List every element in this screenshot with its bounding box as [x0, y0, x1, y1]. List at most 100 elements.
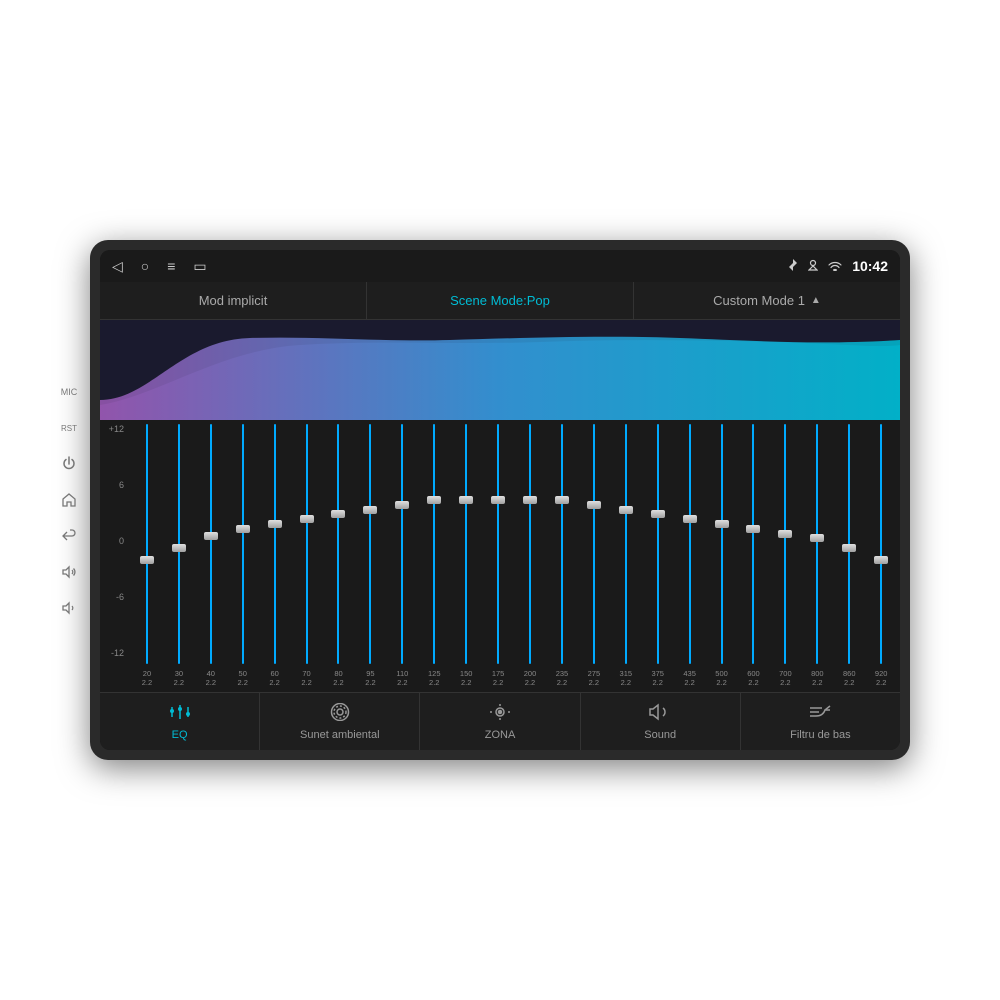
fader-track-70[interactable] [306, 424, 308, 664]
fader-track-500[interactable] [721, 424, 723, 664]
vol-down-button[interactable] [58, 597, 80, 619]
fader-band-315[interactable] [611, 424, 641, 664]
fader-handle-20[interactable] [140, 556, 154, 564]
back-button[interactable] [58, 525, 80, 547]
freq-label-30: 302.2 [164, 664, 194, 692]
clock: 10:42 [852, 258, 888, 274]
fader-handle-800[interactable] [810, 534, 824, 542]
mode-scene[interactable]: Scene Mode:Pop [367, 282, 634, 319]
fader-band-60[interactable] [260, 424, 290, 664]
reset-button[interactable]: RST [58, 417, 80, 439]
fader-track-375[interactable] [657, 424, 659, 664]
faders-container [128, 420, 900, 664]
fader-track-80[interactable] [337, 424, 339, 664]
fader-band-70[interactable] [292, 424, 322, 664]
fader-track-860[interactable] [848, 424, 850, 664]
fader-track-20[interactable] [146, 424, 148, 664]
fader-band-920[interactable] [866, 424, 896, 664]
home-button[interactable] [58, 489, 80, 511]
vol-up-button[interactable] [58, 561, 80, 583]
fader-band-80[interactable] [324, 424, 354, 664]
nav-sunet-ambiental[interactable]: Sunet ambiental [260, 693, 420, 750]
fader-band-30[interactable] [164, 424, 194, 664]
fader-track-110[interactable] [401, 424, 403, 664]
nav-eq[interactable]: EQ [100, 693, 260, 750]
fader-track-435[interactable] [689, 424, 691, 664]
fader-track-315[interactable] [625, 424, 627, 664]
nav-zona[interactable]: ZONA [420, 693, 580, 750]
main-screen: ◁ ○ ≡ ▭ [100, 250, 900, 750]
mic-button[interactable]: MIC [58, 381, 80, 403]
fader-track-175[interactable] [497, 424, 499, 664]
freq-label-435: 4352.2 [675, 664, 705, 692]
fader-handle-315[interactable] [619, 506, 633, 514]
fader-handle-95[interactable] [363, 506, 377, 514]
fader-band-275[interactable] [579, 424, 609, 664]
fader-handle-920[interactable] [874, 556, 888, 564]
fader-band-600[interactable] [739, 424, 769, 664]
fader-track-200[interactable] [529, 424, 531, 664]
fader-handle-200[interactable] [523, 496, 537, 504]
fader-track-235[interactable] [561, 424, 563, 664]
fader-handle-50[interactable] [236, 525, 250, 533]
fader-handle-600[interactable] [746, 525, 760, 533]
fader-track-125[interactable] [433, 424, 435, 664]
fader-handle-70[interactable] [300, 515, 314, 523]
fader-handle-235[interactable] [555, 496, 569, 504]
fader-track-40[interactable] [210, 424, 212, 664]
fader-band-110[interactable] [387, 424, 417, 664]
nav-filtru-bas[interactable]: Filtru de bas [741, 693, 900, 750]
fader-track-600[interactable] [752, 424, 754, 664]
mode-custom[interactable]: Custom Mode 1 ▲ [634, 282, 900, 319]
fader-track-800[interactable] [816, 424, 818, 664]
freq-label-60: 602.2 [260, 664, 290, 692]
fader-band-125[interactable] [419, 424, 449, 664]
fader-handle-275[interactable] [587, 501, 601, 509]
fader-handle-375[interactable] [651, 510, 665, 518]
fader-band-435[interactable] [675, 424, 705, 664]
fader-track-95[interactable] [369, 424, 371, 664]
fader-handle-500[interactable] [715, 520, 729, 528]
fader-band-175[interactable] [483, 424, 513, 664]
nav-sound[interactable]: Sound [581, 693, 741, 750]
fader-handle-435[interactable] [683, 515, 697, 523]
fader-handle-125[interactable] [427, 496, 441, 504]
fader-track-920[interactable] [880, 424, 882, 664]
back-nav-icon[interactable]: ◁ [112, 258, 123, 275]
home-nav-icon[interactable]: ○ [141, 258, 149, 274]
fader-band-40[interactable] [196, 424, 226, 664]
mode-implicit[interactable]: Mod implicit [100, 282, 367, 319]
recent-nav-icon[interactable]: ▭ [193, 258, 206, 275]
fader-band-200[interactable] [515, 424, 545, 664]
eq-faders-area: +12 6 0 -6 -12 202.2302.2402.2502.2602.2… [100, 420, 900, 692]
freq-label-110: 1102.2 [387, 664, 417, 692]
fader-handle-60[interactable] [268, 520, 282, 528]
fader-band-95[interactable] [355, 424, 385, 664]
fader-track-700[interactable] [784, 424, 786, 664]
fader-band-860[interactable] [834, 424, 864, 664]
fader-band-150[interactable] [451, 424, 481, 664]
device-frame: MIC RST [90, 240, 910, 760]
fader-band-50[interactable] [228, 424, 258, 664]
fader-band-700[interactable] [770, 424, 800, 664]
fader-band-235[interactable] [547, 424, 577, 664]
fader-band-20[interactable] [132, 424, 162, 664]
fader-band-800[interactable] [802, 424, 832, 664]
fader-track-30[interactable] [178, 424, 180, 664]
fader-band-375[interactable] [643, 424, 673, 664]
fader-track-60[interactable] [274, 424, 276, 664]
fader-handle-860[interactable] [842, 544, 856, 552]
fader-band-500[interactable] [707, 424, 737, 664]
fader-track-150[interactable] [465, 424, 467, 664]
fader-handle-40[interactable] [204, 532, 218, 540]
fader-track-50[interactable] [242, 424, 244, 664]
menu-nav-icon[interactable]: ≡ [167, 258, 175, 274]
fader-handle-30[interactable] [172, 544, 186, 552]
fader-handle-700[interactable] [778, 530, 792, 538]
fader-track-275[interactable] [593, 424, 595, 664]
fader-handle-150[interactable] [459, 496, 473, 504]
fader-handle-110[interactable] [395, 501, 409, 509]
fader-handle-80[interactable] [331, 510, 345, 518]
power-button[interactable] [58, 453, 80, 475]
fader-handle-175[interactable] [491, 496, 505, 504]
